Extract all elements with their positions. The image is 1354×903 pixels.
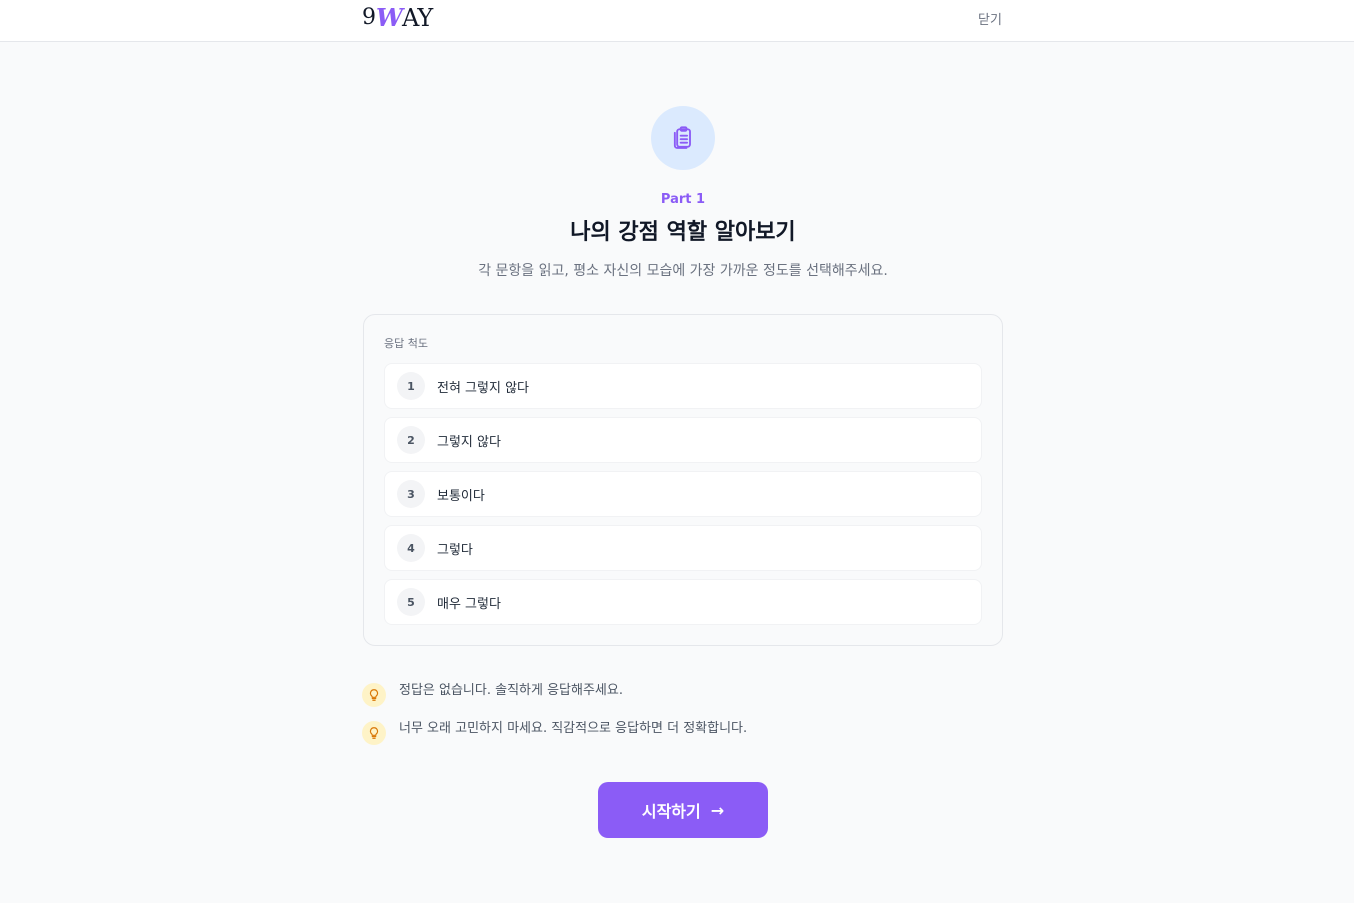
lightbulb-icon [362,721,386,745]
tip-text: 너무 오래 고민하지 마세요. 직감적으로 응답하면 더 정확합니다. [399,720,748,736]
tip-item: 정답은 없습니다. 솔직하게 응답해주세요. [362,678,1002,707]
scale-number-badge: 4 [397,534,425,562]
top-header: 9 W AY 닫기 [0,0,1354,42]
scale-label: 매우 그렇다 [437,596,501,612]
scale-number-badge: 3 [397,480,425,508]
close-button[interactable]: 닫기 [972,8,1008,28]
start-button[interactable]: 시작하기 → [598,782,768,838]
scale-list: 1 전혀 그렇지 않다 2 그렇지 않다 3 보통이다 4 그렇다 5 매우 그… [384,363,982,633]
scale-label: 전혀 그렇지 않다 [437,380,529,396]
scale-number-badge: 2 [397,426,425,454]
part-label: Part 1 [660,192,706,207]
scale-title: 응답 척도 [384,337,428,350]
logo[interactable]: 9 W AY [362,3,433,33]
scale-item-2: 2 그렇지 않다 [384,417,982,463]
scale-label: 그렇다 [437,542,473,558]
scale-item-5: 5 매우 그렇다 [384,579,982,625]
scale-item-4: 4 그렇다 [384,525,982,571]
tip-item: 너무 오래 고민하지 마세요. 직감적으로 응답하면 더 정확합니다. [362,716,1002,745]
scale-item-1: 1 전혀 그렇지 않다 [384,363,982,409]
lightbulb-icon [362,683,386,707]
scale-item-3: 3 보통이다 [384,471,982,517]
scale-label: 그렇지 않다 [437,434,501,450]
page-subtitle: 각 문항을 읽고, 평소 자신의 모습에 가장 가까운 정도를 선택해주세요. [478,263,888,279]
response-scale-card: 응답 척도 1 전혀 그렇지 않다 2 그렇지 않다 3 보통이다 4 그렇다 … [363,314,1003,646]
tip-text: 정답은 없습니다. 솔직하게 응답해주세요. [399,682,623,698]
scale-number-badge: 5 [397,588,425,616]
logo-w: W [376,3,403,32]
scale-label: 보통이다 [437,488,485,504]
arrow-right-icon: → [710,800,725,820]
scale-number-badge: 1 [397,372,425,400]
clipboard-list-icon [651,106,715,170]
page-title: 나의 강점 역할 알아보기 [570,220,796,245]
start-button-label: 시작하기 [641,802,701,821]
logo-nine: 9 [362,5,376,30]
logo-ay: AY [401,4,433,32]
tips-list: 정답은 없습니다. 솔직하게 응답해주세요. 너무 오래 고민하지 마세요. 직… [362,678,1002,754]
